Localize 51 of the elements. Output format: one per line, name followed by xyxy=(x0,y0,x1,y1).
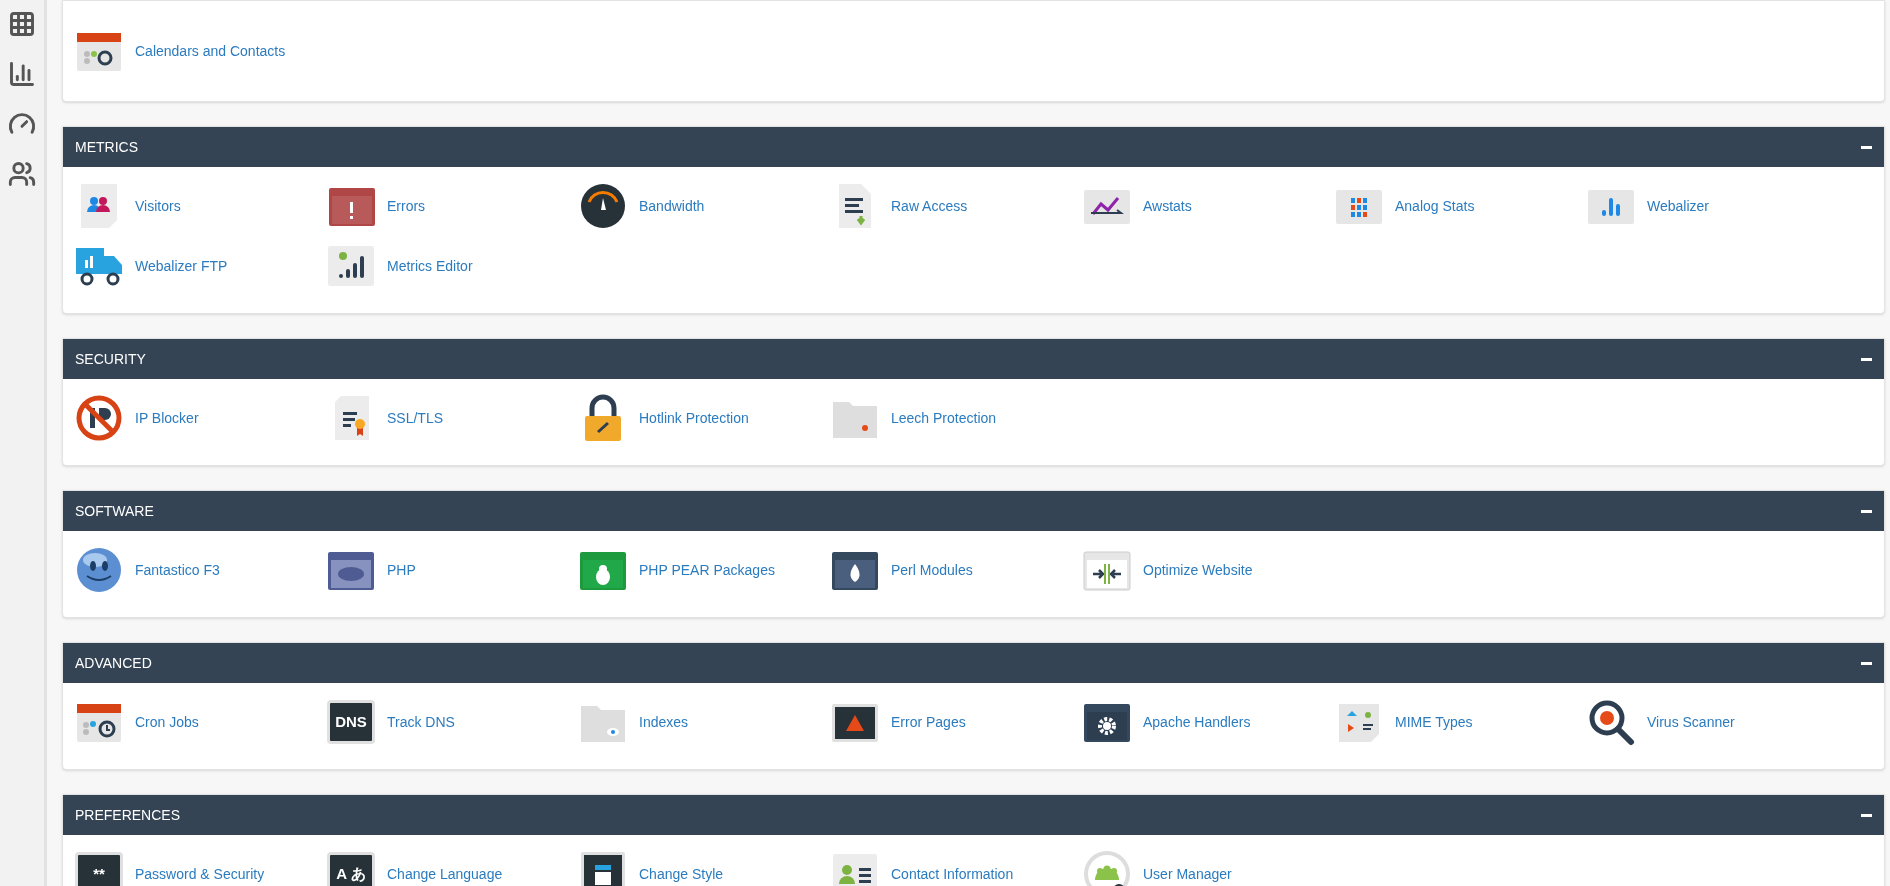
tool-link[interactable]: MIME Types xyxy=(1395,711,1473,733)
bar-chart-icon[interactable] xyxy=(8,60,36,88)
tool-link[interactable]: Optimize Website xyxy=(1143,559,1253,581)
tool-link[interactable]: PHP PEAR Packages xyxy=(639,559,775,581)
collapse-icon[interactable] xyxy=(1861,145,1872,149)
tool-link[interactable]: Calendars and Contacts xyxy=(135,40,286,62)
gauge-icon xyxy=(579,182,627,230)
tool-link[interactable]: Change Language xyxy=(387,863,503,885)
tool-link[interactable]: Bandwidth xyxy=(639,195,705,217)
users-icon[interactable] xyxy=(8,160,36,188)
tool-link[interactable]: Indexes xyxy=(639,711,689,733)
section-title: METRICS xyxy=(75,137,138,157)
tool-link[interactable]: Contact Information xyxy=(891,863,1014,885)
icon-tile: DNS xyxy=(327,700,375,744)
section-title: SOFTWARE xyxy=(75,501,154,521)
tool-link[interactable]: Password & Security xyxy=(135,863,265,885)
tool-link[interactable]: Cron Jobs xyxy=(135,711,199,733)
tool-link[interactable]: Visitors xyxy=(135,195,181,217)
tool-link[interactable]: Metrics Editor xyxy=(387,255,473,277)
tool-link[interactable]: SSL/TLS xyxy=(387,407,444,429)
collapse-icon[interactable] xyxy=(1861,813,1872,817)
tool-link[interactable]: Track DNS xyxy=(387,711,455,733)
section-title: SECURITY xyxy=(75,349,146,369)
icon-tile: A あ xyxy=(327,852,375,886)
tool-link[interactable]: Webalizer FTP xyxy=(135,255,228,277)
tool-link[interactable]: Fantastico F3 xyxy=(135,559,220,581)
virus-scan-icon xyxy=(1587,698,1635,746)
tool-link[interactable]: User Manager xyxy=(1143,863,1232,885)
collapse-icon[interactable] xyxy=(1861,661,1872,665)
tool-link[interactable]: Apache Handlers xyxy=(1143,711,1251,733)
tool-link[interactable]: Hotlink Protection xyxy=(639,407,749,429)
tool-link[interactable]: Errors xyxy=(387,195,426,217)
prohibited-icon xyxy=(75,394,123,442)
tool-link[interactable]: Error Pages xyxy=(891,711,966,733)
tool-link[interactable]: Raw Access xyxy=(891,195,968,217)
tool-link[interactable]: Change Style xyxy=(639,863,724,885)
tool-link[interactable]: Virus Scanner xyxy=(1647,711,1735,733)
tool-link[interactable]: Webalizer xyxy=(1647,195,1709,217)
tool-link[interactable]: PHP xyxy=(387,559,416,581)
tool-link[interactable]: Awstats xyxy=(1143,195,1192,217)
tool-link[interactable]: IP Blocker xyxy=(135,407,199,429)
collapse-icon[interactable] xyxy=(1861,357,1872,361)
smiley-icon xyxy=(75,546,123,594)
icon-tile: ** xyxy=(75,852,123,886)
grid-icon[interactable] xyxy=(8,10,36,38)
tool-link[interactable]: Analog Stats xyxy=(1395,195,1475,217)
tool-link[interactable]: Leech Protection xyxy=(891,407,997,429)
collapse-icon[interactable] xyxy=(1861,509,1872,513)
section-title: PREFERENCES xyxy=(75,805,181,825)
tool-link[interactable]: Perl Modules xyxy=(891,559,973,581)
section-title: ADVANCED xyxy=(75,653,152,673)
